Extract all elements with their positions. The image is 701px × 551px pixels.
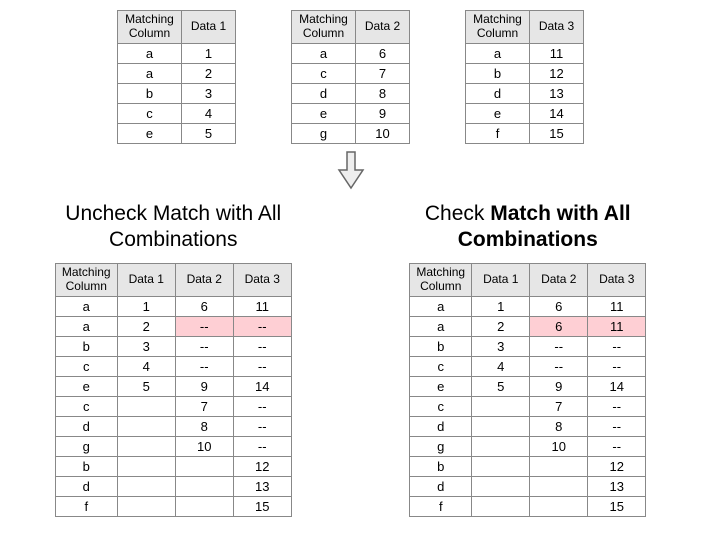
col-header-data: Data 3 [530, 11, 584, 44]
table-row: d13 [466, 83, 584, 103]
check-title: Check Match with All Combinations [371, 201, 686, 254]
table-row: d13 [410, 476, 646, 496]
source-table-2: MatchingColumnData 2a6c7d8e9g10 [291, 10, 410, 144]
table-row: e5914 [55, 376, 291, 396]
table-row: a2---- [55, 316, 291, 336]
check-section: Check Match with All Combinations Matchi… [371, 201, 686, 517]
table-row: b3---- [410, 336, 646, 356]
source-table-3: MatchingColumnData 3a11b12d13e14f15 [465, 10, 584, 144]
col-header-matching: MatchingColumn [410, 264, 472, 297]
uncheck-title: Uncheck Match with All Combinations [16, 201, 331, 254]
table-row: f15 [466, 123, 584, 143]
col-header-matching: MatchingColumn [292, 11, 356, 44]
result-sections-row: Uncheck Match with All Combinations Matc… [10, 201, 691, 517]
table-row: a11 [466, 43, 584, 63]
uncheck-result-table: MatchingColumnData 1Data 2Data 3a1611a2-… [55, 263, 292, 517]
table-row: g10 [292, 123, 410, 143]
table-row: e9 [292, 103, 410, 123]
table-row: d8-- [55, 416, 291, 436]
table-row: a1611 [410, 296, 646, 316]
table-row: b12 [466, 63, 584, 83]
col-header-data: Data 3 [233, 264, 291, 297]
col-header-data: Data 1 [117, 264, 175, 297]
source-tables-row: MatchingColumnData 1a1a2b3c4e5MatchingCo… [10, 10, 691, 144]
table-row: d13 [55, 476, 291, 496]
table-row: a2611 [410, 316, 646, 336]
col-header-data: Data 1 [472, 264, 530, 297]
table-row: d8 [292, 83, 410, 103]
col-header-data: Data 3 [588, 264, 646, 297]
table-row: e14 [466, 103, 584, 123]
col-header-data: Data 1 [182, 11, 236, 44]
col-header-data: Data 2 [356, 11, 410, 44]
table-row: b12 [55, 456, 291, 476]
table-row: e5 [118, 123, 236, 143]
table-row: g10-- [55, 436, 291, 456]
col-header-data: Data 2 [530, 264, 588, 297]
source-table-1: MatchingColumnData 1a1a2b3c4e5 [117, 10, 236, 144]
uncheck-section: Uncheck Match with All Combinations Matc… [16, 201, 331, 517]
table-row: a1611 [55, 296, 291, 316]
table-row: f15 [410, 496, 646, 516]
table-row: c4---- [410, 356, 646, 376]
col-header-matching: MatchingColumn [466, 11, 530, 44]
table-row: c7-- [55, 396, 291, 416]
arrow-down-icon [10, 150, 691, 193]
table-row: a6 [292, 43, 410, 63]
table-row: c4 [118, 103, 236, 123]
check-result-table: MatchingColumnData 1Data 2Data 3a1611a26… [409, 263, 646, 517]
table-row: d8-- [410, 416, 646, 436]
table-row: b3---- [55, 336, 291, 356]
col-header-matching: MatchingColumn [55, 264, 117, 297]
table-row: e5914 [410, 376, 646, 396]
table-row: c7 [292, 63, 410, 83]
table-row: g10-- [410, 436, 646, 456]
table-row: a1 [118, 43, 236, 63]
table-row: c7-- [410, 396, 646, 416]
table-row: c4---- [55, 356, 291, 376]
col-header-data: Data 2 [175, 264, 233, 297]
table-row: b12 [410, 456, 646, 476]
table-row: b3 [118, 83, 236, 103]
col-header-matching: MatchingColumn [118, 11, 182, 44]
table-row: f15 [55, 496, 291, 516]
table-row: a2 [118, 63, 236, 83]
